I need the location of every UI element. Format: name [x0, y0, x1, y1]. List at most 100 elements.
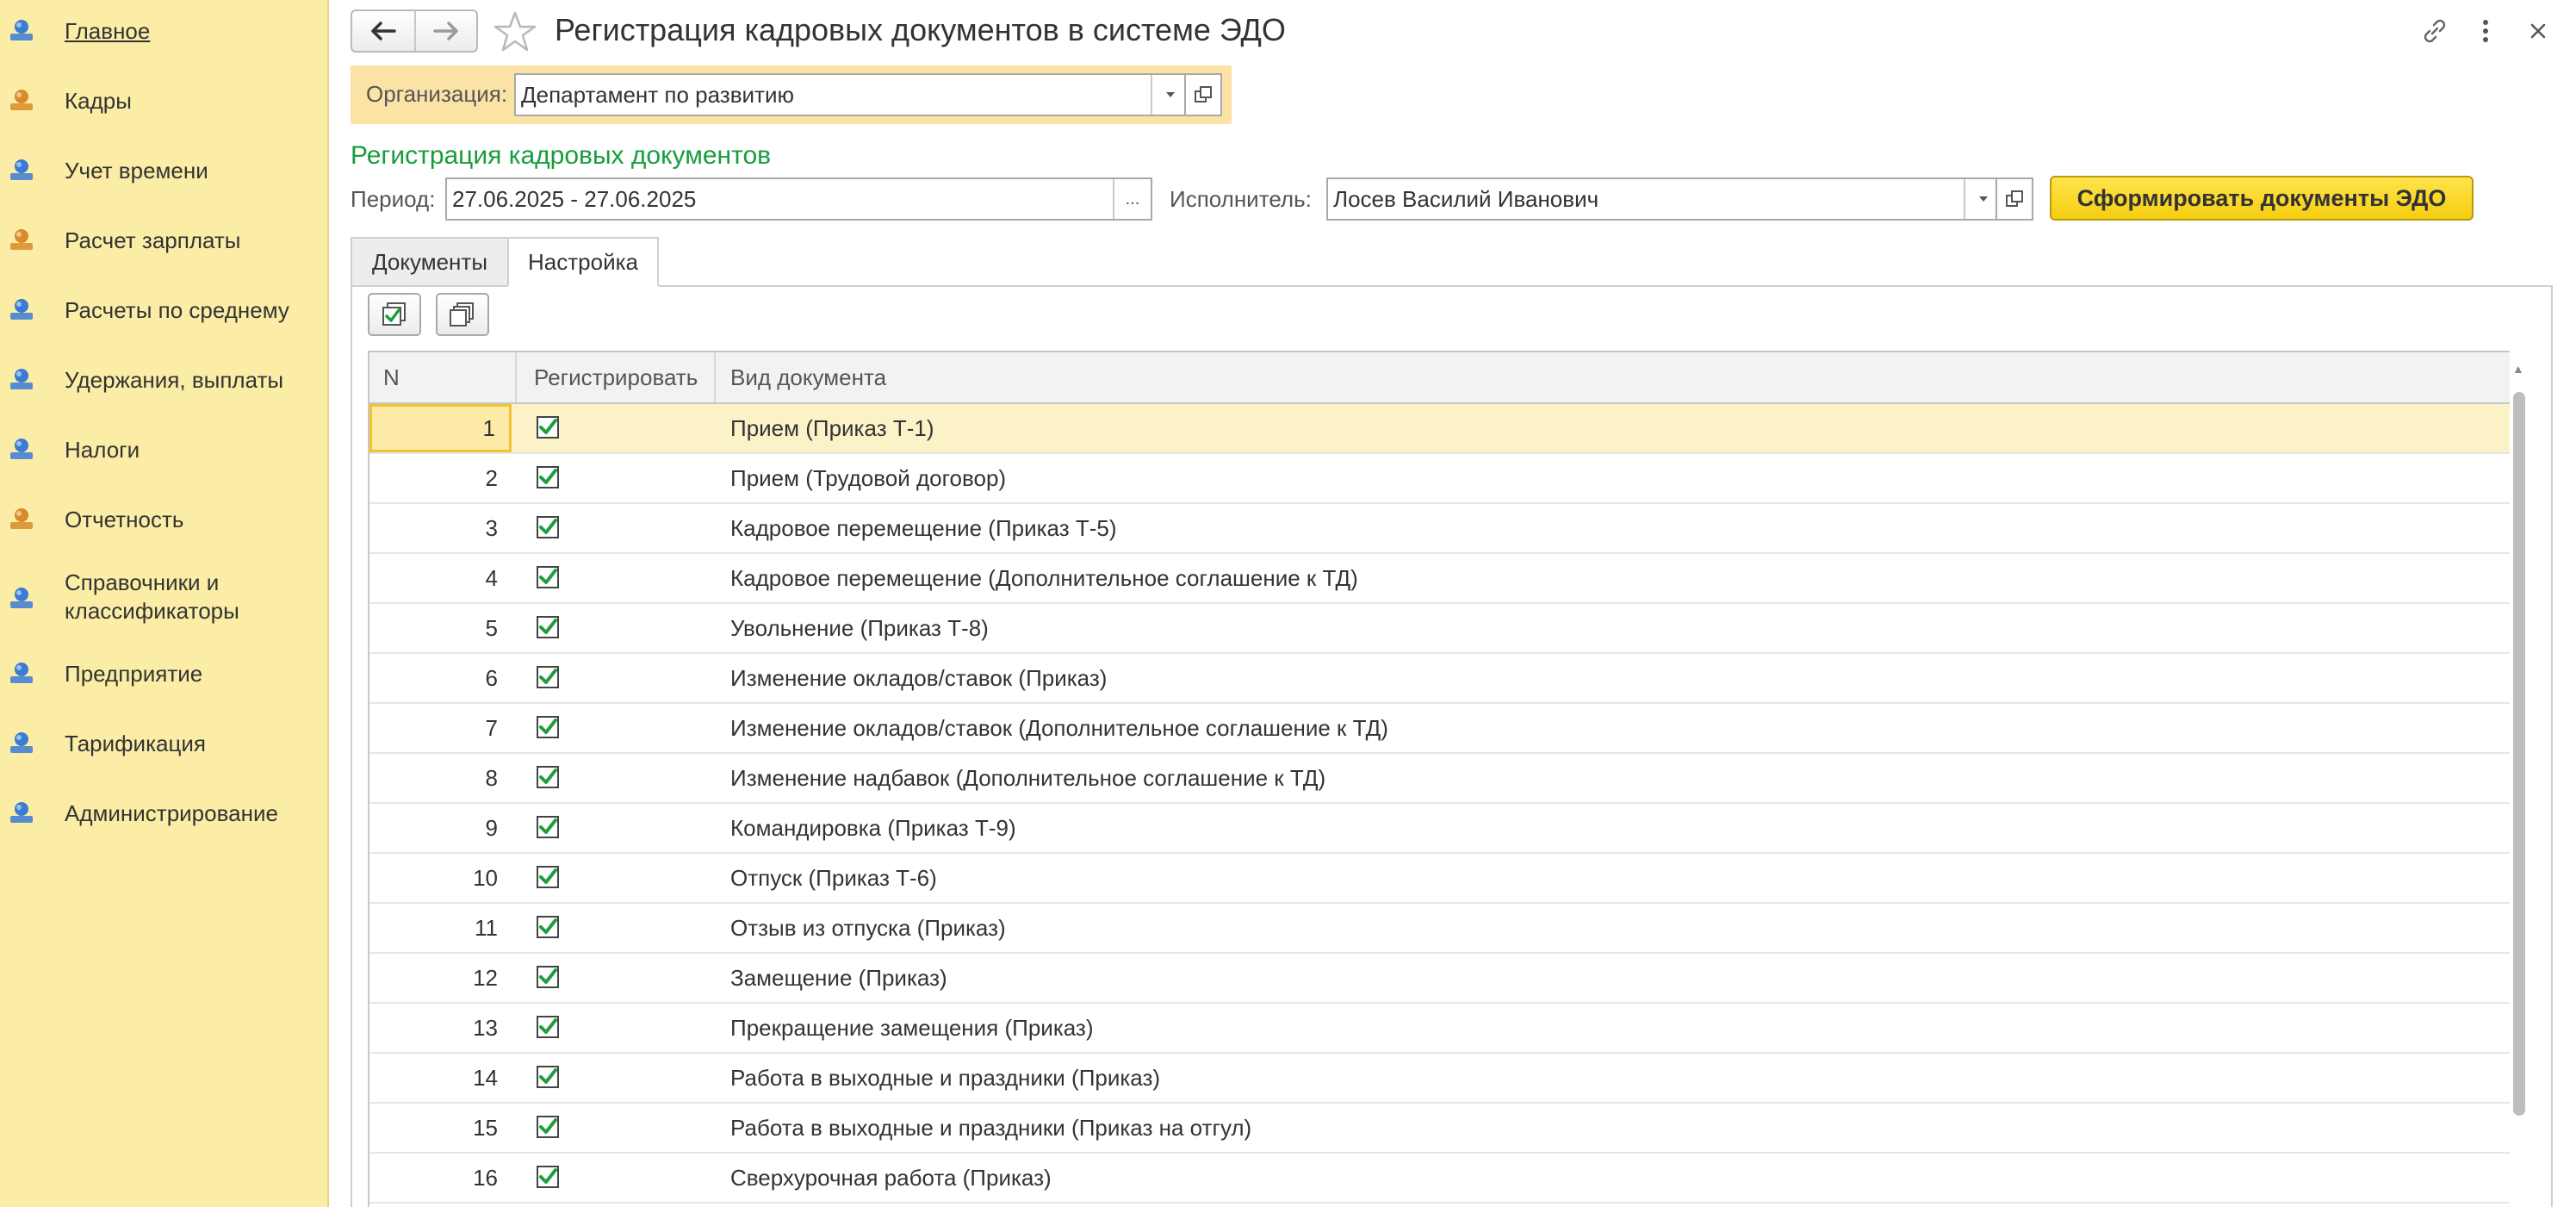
- favorite-star-icon[interactable]: [493, 10, 537, 53]
- forward-button[interactable]: [414, 11, 476, 51]
- sidebar-item[interactable]: Расчет зарплаты: [0, 225, 327, 256]
- document-type-cell: Изменение окладов/ставок (Приказ): [730, 665, 1108, 691]
- table-row[interactable]: 11 Отзыв из отпуска (Приказ): [369, 904, 2510, 954]
- back-button[interactable]: [352, 11, 414, 51]
- table-row[interactable]: 10 Отпуск (Приказ Т-6): [369, 854, 2510, 904]
- register-checkbox-checked[interactable]: [536, 715, 560, 739]
- table-row[interactable]: 15 Работа в выходные и праздники (Приказ …: [369, 1104, 2510, 1154]
- people-icon: [7, 86, 36, 115]
- sidebar-item[interactable]: Администрирование: [0, 798, 327, 829]
- table-row[interactable]: 13 Прекращение замещения (Приказ): [369, 1004, 2510, 1054]
- table-header: N Регистрировать Вид документа: [369, 352, 2510, 404]
- row-number: 6: [485, 665, 498, 691]
- column-header-n[interactable]: N: [383, 352, 400, 402]
- register-checkbox-checked[interactable]: [536, 865, 560, 889]
- executor-field[interactable]: Лосев Василий Иванович: [1326, 177, 2003, 221]
- period-select-button[interactable]: ...: [1113, 179, 1151, 219]
- sidebar-item[interactable]: Удержания, выплаты: [0, 364, 327, 395]
- executor-label: Исполнитель:: [1170, 186, 1312, 212]
- table-row[interactable]: 8 Изменение надбавок (Дополнительное согл…: [369, 754, 2510, 804]
- register-checkbox-checked[interactable]: [536, 965, 560, 989]
- sidebar-item[interactable]: Расчеты по среднему: [0, 295, 327, 326]
- generate-edo-documents-button[interactable]: Сформировать документы ЭДО: [2050, 176, 2474, 221]
- history-nav: [351, 9, 478, 53]
- register-checkbox-checked[interactable]: [536, 465, 560, 489]
- sidebar-item-label: Главное: [65, 17, 151, 44]
- arrow-right-icon: [433, 22, 458, 40]
- row-number: 1: [369, 404, 512, 452]
- globe-icon: [7, 435, 36, 464]
- clock-globe-icon: [7, 156, 36, 185]
- tab-documents[interactable]: Документы: [351, 237, 509, 287]
- sidebar-item[interactable]: Тарификация: [0, 728, 327, 759]
- organization-value: Департамент по развитию: [521, 81, 794, 108]
- scroll-up-arrow-icon[interactable]: ▲: [2512, 362, 2524, 376]
- table-row[interactable]: 7 Изменение окладов/ставок (Дополнительно…: [369, 704, 2510, 754]
- register-checkbox-checked[interactable]: [536, 665, 560, 689]
- table-row[interactable]: 14 Работа в выходные и праздники (Приказ): [369, 1054, 2510, 1104]
- column-header-register[interactable]: Регистрировать: [534, 352, 698, 402]
- register-checkbox-checked[interactable]: [536, 1115, 560, 1139]
- row-number: 9: [485, 815, 498, 841]
- organization-open-button[interactable]: [1184, 73, 1222, 116]
- document-type-cell: Изменение надбавок (Дополнительное согла…: [730, 765, 1326, 791]
- register-checkbox-checked[interactable]: [536, 515, 560, 539]
- document-type-cell: Отзыв из отпуска (Приказ): [730, 915, 1006, 941]
- table-row[interactable]: 12 Замещение (Приказ): [369, 954, 2510, 1004]
- register-checkbox-checked[interactable]: [536, 815, 560, 839]
- register-checkbox-checked[interactable]: [536, 415, 560, 439]
- register-checkbox-checked[interactable]: [536, 915, 560, 939]
- document-type-cell: Прием (Трудовой договор): [730, 465, 1007, 491]
- register-checkbox-checked[interactable]: [536, 1065, 560, 1089]
- tab-settings[interactable]: Настройка: [507, 237, 659, 287]
- link-icon[interactable]: [2418, 14, 2452, 48]
- table-row[interactable]: 9 Командировка (Приказ Т-9): [369, 804, 2510, 854]
- page-title: Регистрация кадровых документов в систем…: [555, 12, 1286, 47]
- scroll-thumb[interactable]: [2513, 392, 2525, 1116]
- sidebar-item-label: Справочники и классификаторы: [65, 569, 239, 624]
- column-header-document-type[interactable]: Вид документа: [730, 352, 886, 402]
- register-checkbox-checked[interactable]: [536, 1015, 560, 1039]
- sidebar-item-label: Тарификация: [65, 730, 206, 756]
- document-type-cell: Замещение (Приказ): [730, 965, 947, 991]
- table-row[interactable]: 1 Прием (Приказ Т-1): [369, 404, 2510, 454]
- document-type-cell: Кадровое перемещение (Приказ Т-5): [730, 515, 1117, 541]
- register-checkbox-checked[interactable]: [536, 1165, 560, 1189]
- table-row[interactable]: 3 Кадровое перемещение (Приказ Т-5): [369, 504, 2510, 554]
- sidebar-item[interactable]: Кадры: [0, 85, 327, 116]
- register-checkbox-checked[interactable]: [536, 765, 560, 789]
- table-row[interactable]: 4 Кадровое перемещение (Дополнительное со…: [369, 554, 2510, 604]
- check-all-button[interactable]: [368, 293, 421, 336]
- document-type-cell: Сверхурочная работа (Приказ): [730, 1165, 1052, 1191]
- more-menu-icon[interactable]: [2468, 14, 2503, 48]
- money-icon: [7, 365, 36, 395]
- uncheck-all-icon: [450, 302, 474, 327]
- gears-icon: [7, 799, 36, 828]
- close-icon[interactable]: [2521, 14, 2555, 48]
- directory-icon: [7, 584, 36, 613]
- register-checkbox-checked[interactable]: [536, 565, 560, 589]
- row-number: 14: [473, 1065, 498, 1091]
- organization-dropdown-button[interactable]: [1151, 75, 1189, 115]
- sidebar-item[interactable]: Главное: [0, 16, 327, 47]
- organization-field[interactable]: Департамент по развитию: [514, 73, 1190, 116]
- table-row[interactable]: 16 Сверхурочная работа (Приказ): [369, 1154, 2510, 1204]
- sidebar-item-label: Кадры: [65, 87, 132, 114]
- sidebar-item[interactable]: Предприятие: [0, 658, 327, 689]
- table-row[interactable]: 5 Увольнение (Приказ Т-8): [369, 604, 2510, 654]
- period-field[interactable]: 27.06.2025 - 27.06.2025 ...: [445, 177, 1152, 221]
- period-label: Период:: [351, 186, 436, 212]
- check-all-icon: [382, 302, 406, 326]
- table-row[interactable]: 2 Прием (Трудовой договор): [369, 454, 2510, 504]
- executor-open-button[interactable]: [1996, 177, 2033, 221]
- sidebar-item[interactable]: Налоги: [0, 434, 327, 465]
- uncheck-all-button[interactable]: [436, 293, 489, 336]
- sidebar-item[interactable]: Учет времени: [0, 155, 327, 186]
- sidebar-item[interactable]: Справочники и классификаторы: [0, 569, 327, 629]
- sidebar-item-label: Предприятие: [65, 660, 203, 687]
- table-row[interactable]: 6 Изменение окладов/ставок (Приказ): [369, 654, 2510, 704]
- sidebar-item[interactable]: Отчетность: [0, 504, 327, 535]
- document-type-cell: Прекращение замещения (Приказ): [730, 1015, 1094, 1041]
- sidebar-item-label: Расчет зарплаты: [65, 227, 241, 253]
- register-checkbox-checked[interactable]: [536, 615, 560, 639]
